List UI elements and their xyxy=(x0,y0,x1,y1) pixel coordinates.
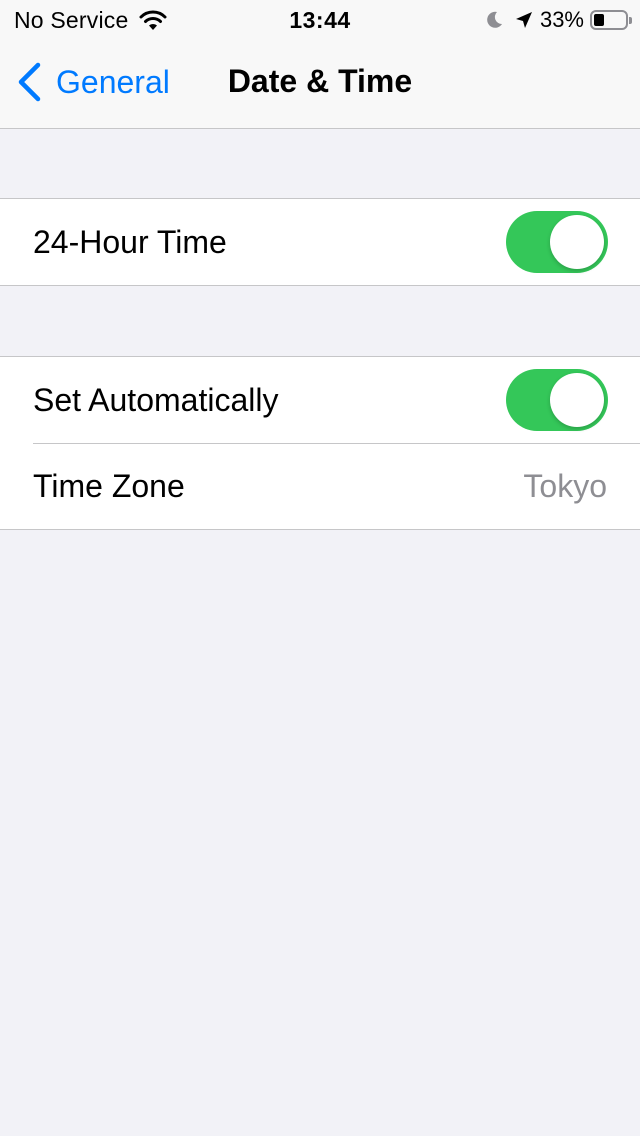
row-set-automatically: Set Automatically xyxy=(0,357,640,443)
page-title: Date & Time xyxy=(227,63,413,99)
toggle-knob xyxy=(550,215,604,269)
battery-icon xyxy=(590,10,632,30)
row-24-hour-time: 24-Hour Time xyxy=(0,199,640,285)
time-zone-value: Tokyo xyxy=(523,467,607,504)
row-time-zone[interactable]: Time Zone Tokyo xyxy=(0,443,640,529)
settings-group-timezone: Set Automatically Time Zone Tokyo xyxy=(0,356,640,530)
row-label: Set Automatically xyxy=(33,381,279,418)
navigation-bar: General Date & Time xyxy=(0,40,640,129)
status-bar: No Service 13:44 33% xyxy=(0,0,640,40)
row-label: 24-Hour Time xyxy=(33,223,227,260)
toggle-knob xyxy=(550,373,604,427)
status-right: 33% xyxy=(484,6,632,34)
battery-percent: 33% xyxy=(539,7,584,32)
toggle-set-automatically[interactable] xyxy=(506,369,608,431)
settings-group-clock: 24-Hour Time xyxy=(0,198,640,286)
toggle-24-hour-time[interactable] xyxy=(506,211,608,273)
moon-icon xyxy=(487,11,502,28)
row-label: Time Zone xyxy=(33,467,185,504)
location-arrow-icon xyxy=(515,12,532,28)
battery-fill xyxy=(594,14,604,26)
